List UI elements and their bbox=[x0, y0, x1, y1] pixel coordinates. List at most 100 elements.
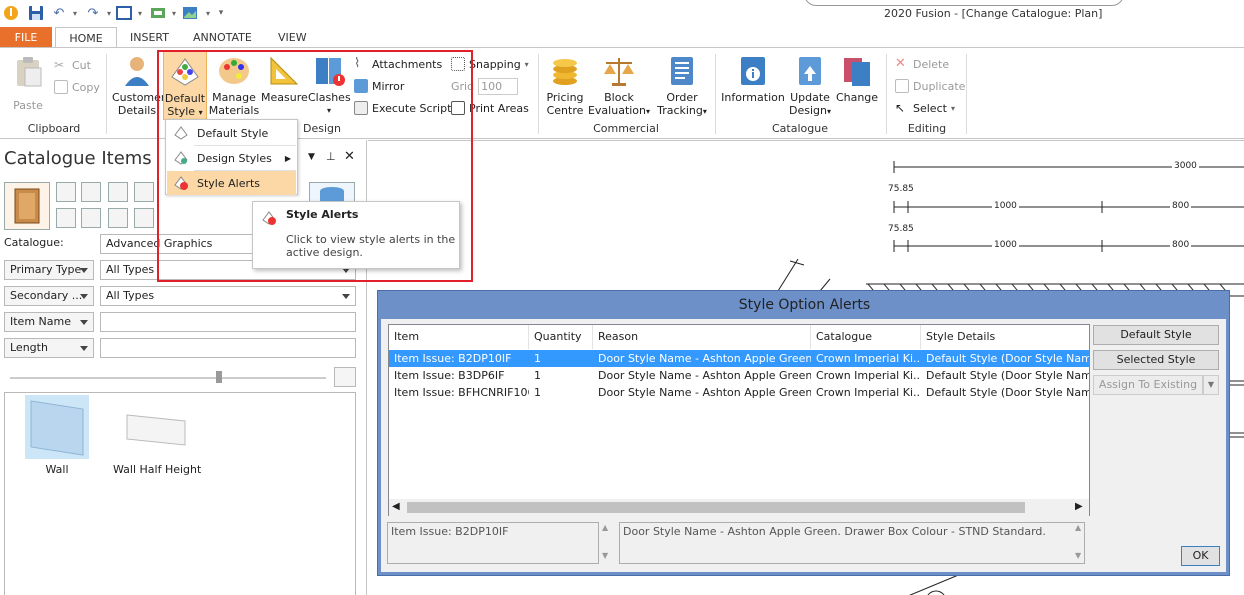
dimension-label: 75.85 bbox=[886, 184, 916, 194]
cell-catalogue: Crown Imperial Ki... bbox=[816, 386, 921, 399]
select-label: Select bbox=[913, 101, 947, 115]
table-row[interactable]: Item Issue: BFHCNRIF106L 1 Door Style Na… bbox=[389, 384, 1089, 401]
order-tracking-icon bbox=[665, 54, 699, 88]
detail-reason-field[interactable]: Door Style Name - Ashton Apple Green. Dr… bbox=[619, 522, 1085, 564]
alerts-table: Item Quantity Reason Catalogue Style Det… bbox=[388, 324, 1090, 516]
chevron-down-icon bbox=[80, 346, 88, 351]
secondary-type-select[interactable]: All Types bbox=[100, 286, 356, 306]
column-header-style-details[interactable]: Style Details bbox=[921, 325, 1089, 349]
ribbon-separator bbox=[715, 54, 716, 134]
cell-item: Item Issue: BFHCNRIF106L bbox=[394, 386, 529, 399]
tab-home[interactable]: HOME bbox=[55, 27, 117, 48]
delete-button[interactable]: ✕ Delete bbox=[895, 55, 949, 73]
update-design-button[interactable]: Update Design▾ bbox=[786, 54, 834, 118]
duplicate-button[interactable]: Duplicate bbox=[895, 77, 965, 95]
pricing-centre-button[interactable]: Pricing Centre bbox=[543, 54, 587, 117]
paste-label: Paste bbox=[13, 99, 43, 112]
detail-item-field[interactable]: Item Issue: B2DP10IF bbox=[387, 522, 599, 564]
paste-button[interactable]: Paste bbox=[8, 54, 48, 112]
list-item-label[interactable]: Wall bbox=[25, 463, 89, 476]
table-row[interactable]: Item Issue: B2DP10IF 1 Door Style Name -… bbox=[389, 350, 1089, 367]
column-header-reason[interactable]: Reason bbox=[593, 325, 811, 349]
default-style-button[interactable]: Default Style bbox=[1093, 325, 1219, 345]
cell-quantity: 1 bbox=[534, 386, 541, 399]
view-dropdown-icon[interactable]: ▾ bbox=[131, 4, 149, 22]
save-icon[interactable] bbox=[27, 4, 45, 22]
table-row[interactable]: Item Issue: B3DP6IF 1 Door Style Name - … bbox=[389, 367, 1089, 384]
ribbon-separator bbox=[886, 54, 887, 134]
scroll-down-icon[interactable]: ▼ bbox=[602, 551, 608, 560]
style-option-alerts-dialog: Style Option Alerts Item Quantity Reason… bbox=[377, 290, 1230, 576]
tab-insert[interactable]: INSERT bbox=[120, 27, 179, 48]
category-button[interactable] bbox=[81, 208, 101, 228]
select-dropdown-icon[interactable]: ▾ bbox=[951, 104, 955, 113]
cursor-icon: ↖ bbox=[895, 101, 906, 115]
assign-to-existing-button[interactable]: Assign To Existing bbox=[1093, 375, 1203, 395]
tab-file[interactable]: FILE bbox=[0, 27, 52, 48]
delete-label: Delete bbox=[913, 57, 950, 71]
column-header-item[interactable]: Item bbox=[389, 325, 529, 349]
assign-dropdown-icon[interactable]: ▼ bbox=[1203, 375, 1219, 395]
scroll-right-icon[interactable]: ▶ bbox=[1075, 501, 1083, 512]
print-areas-label: Print Areas bbox=[469, 101, 529, 115]
cell-style-details: Default Style (Door Style Name (... bbox=[926, 352, 1089, 365]
category-button[interactable] bbox=[81, 182, 101, 202]
scroll-down-icon[interactable]: ▼ bbox=[1075, 551, 1081, 560]
customize-toolbar-icon[interactable]: ▾ bbox=[212, 4, 230, 22]
dimension-label: 800 bbox=[1170, 201, 1192, 211]
column-header-quantity[interactable]: Quantity bbox=[529, 325, 593, 349]
primary-type-filter[interactable]: Primary Type bbox=[4, 260, 94, 280]
cell-quantity: 1 bbox=[534, 369, 541, 382]
list-item-label[interactable]: Wall Half Height bbox=[113, 463, 233, 476]
copy-button[interactable]: Copy bbox=[54, 78, 100, 96]
order-tracking-button[interactable]: Order Tracking▾ bbox=[654, 54, 710, 118]
scroll-up-icon[interactable]: ▲ bbox=[1075, 523, 1081, 532]
scrollbar-thumb[interactable] bbox=[407, 502, 1025, 513]
cell-catalogue: Crown Imperial Ki... bbox=[816, 352, 921, 365]
length-input[interactable] bbox=[100, 338, 356, 358]
filter-settings-icon[interactable] bbox=[334, 367, 356, 387]
category-button[interactable] bbox=[56, 182, 76, 202]
dimension-label: 1000 bbox=[992, 240, 1019, 250]
size-slider-thumb[interactable] bbox=[216, 371, 222, 383]
dimension-label: 3000 bbox=[1172, 161, 1199, 171]
dialog-body: Item Quantity Reason Catalogue Style Det… bbox=[381, 319, 1226, 572]
category-button[interactable] bbox=[134, 208, 154, 228]
tab-annotate[interactable]: ANNOTATE bbox=[183, 27, 262, 48]
grid-size-input[interactable]: 100 bbox=[478, 77, 519, 95]
selected-style-button[interactable]: Selected Style bbox=[1093, 350, 1219, 370]
window-title: 2020 Fusion - [Change Catalogue: Plan] bbox=[884, 7, 1103, 20]
category-button[interactable] bbox=[108, 208, 128, 228]
wall-half-height-thumbnail[interactable] bbox=[123, 407, 187, 447]
category-button[interactable] bbox=[56, 208, 76, 228]
category-button[interactable] bbox=[134, 182, 154, 202]
undo-dropdown-icon[interactable]: ▾ bbox=[66, 4, 84, 22]
information-button[interactable]: Information bbox=[720, 54, 786, 104]
customer-details-button[interactable]: Customer Details bbox=[112, 54, 165, 117]
secondary-type-filter[interactable]: Secondary ... bbox=[4, 286, 94, 306]
block-evaluation-button[interactable]: Block Evaluation▾ bbox=[587, 54, 651, 118]
tab-view[interactable]: VIEW bbox=[268, 27, 317, 48]
category-button[interactable] bbox=[108, 182, 128, 202]
change-catalogue-icon bbox=[840, 54, 874, 88]
change-catalogue-button[interactable]: Change bbox=[834, 54, 880, 104]
scroll-up-icon[interactable]: ▲ bbox=[602, 523, 608, 532]
app-icon[interactable] bbox=[2, 4, 20, 22]
size-slider-track[interactable] bbox=[10, 377, 326, 379]
scroll-left-icon[interactable]: ◀ bbox=[392, 501, 400, 512]
duplicate-label: Duplicate bbox=[913, 79, 966, 93]
select-button[interactable]: ↖ Select ▾ bbox=[895, 99, 955, 117]
item-name-input[interactable] bbox=[100, 312, 356, 332]
wall-thumbnail[interactable] bbox=[25, 395, 89, 459]
horizontal-scrollbar[interactable]: ◀ ▶ bbox=[389, 499, 1089, 516]
cell-item: Item Issue: B3DP6IF bbox=[394, 369, 505, 382]
cell-style-details: Default Style (Door Style Name (... bbox=[926, 369, 1089, 382]
cut-button[interactable]: ✂ Cut bbox=[54, 56, 91, 74]
snapping-dropdown-icon[interactable]: ▾ bbox=[525, 60, 529, 69]
item-name-filter[interactable]: Item Name bbox=[4, 312, 94, 332]
panorama-icon[interactable] bbox=[181, 4, 199, 22]
cabinet-category-button[interactable] bbox=[4, 182, 50, 230]
length-filter[interactable]: Length bbox=[4, 338, 94, 358]
column-header-catalogue[interactable]: Catalogue bbox=[811, 325, 921, 349]
ok-button[interactable]: OK bbox=[1181, 546, 1220, 566]
